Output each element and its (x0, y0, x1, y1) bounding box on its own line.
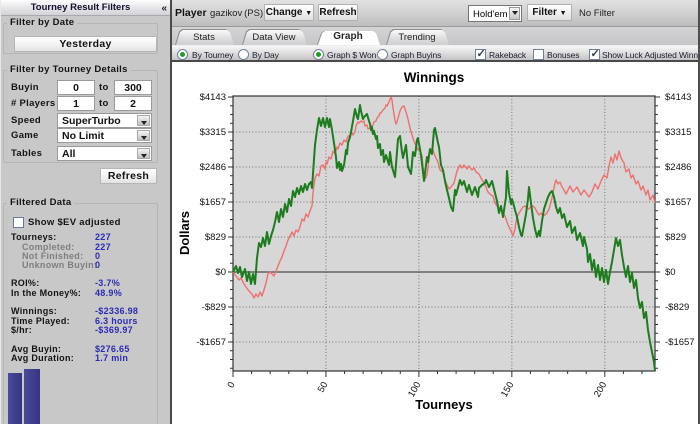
svg-text:$0: $0 (215, 267, 226, 278)
svg-text:$1657: $1657 (200, 197, 226, 208)
svg-text:$2486: $2486 (200, 162, 226, 173)
svg-text:0: 0 (225, 380, 237, 390)
svg-text:150: 150 (499, 380, 516, 399)
svg-text:$3315: $3315 (665, 127, 691, 138)
svg-text:$4143: $4143 (200, 92, 226, 103)
svg-text:Dollars: Dollars (177, 211, 192, 255)
svg-text:$829: $829 (205, 232, 226, 243)
svg-text:-$829: -$829 (665, 302, 689, 313)
svg-text:-$1657: -$1657 (196, 337, 226, 348)
svg-text:$4143: $4143 (665, 92, 691, 103)
svg-text:Tourneys: Tourneys (415, 397, 473, 412)
svg-text:50: 50 (316, 380, 331, 395)
svg-text:Winnings: Winnings (404, 70, 465, 85)
svg-text:$3315: $3315 (200, 127, 226, 138)
svg-text:$0: $0 (665, 267, 676, 278)
svg-text:$1657: $1657 (665, 197, 691, 208)
svg-text:$829: $829 (665, 232, 686, 243)
svg-text:200: 200 (592, 380, 609, 399)
svg-text:-$1657: -$1657 (665, 337, 695, 348)
svg-text:$2486: $2486 (665, 162, 691, 173)
svg-text:-$829: -$829 (202, 302, 226, 313)
